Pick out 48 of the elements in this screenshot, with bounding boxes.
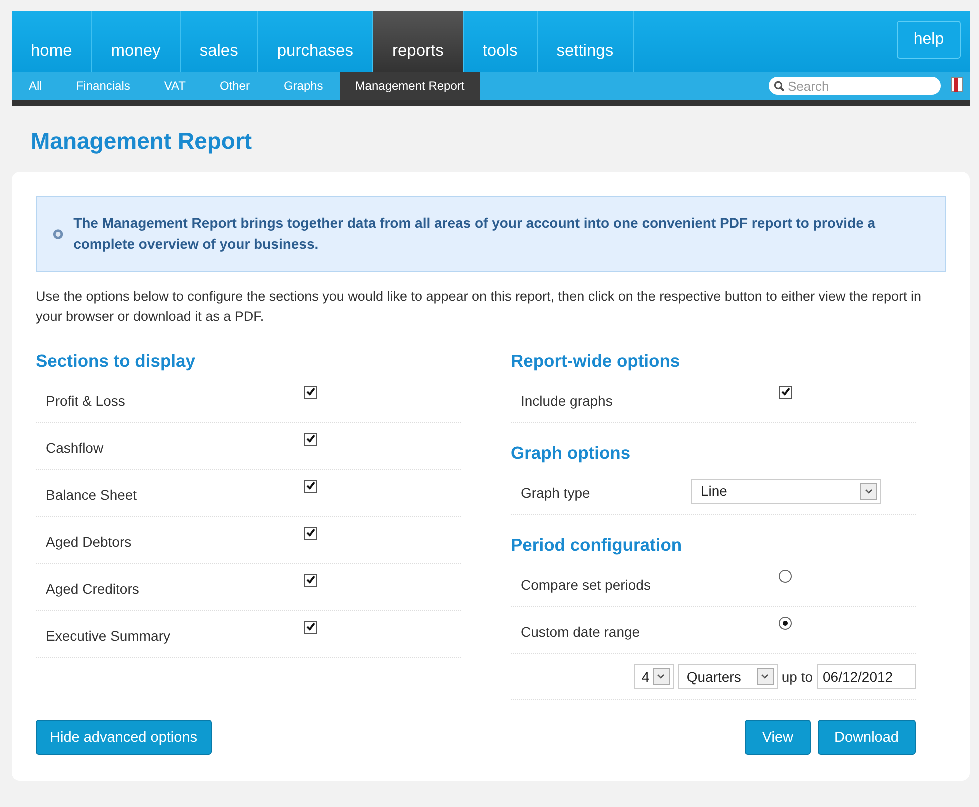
- hide-advanced-button[interactable]: Hide advanced options: [36, 720, 212, 755]
- subnav-tab[interactable]: Other: [202, 72, 267, 100]
- option-label: Aged Creditors: [46, 581, 140, 597]
- radio-button[interactable]: [779, 570, 792, 582]
- section-heading: Period configuration: [511, 535, 684, 556]
- checkbox[interactable]: [304, 432, 317, 446]
- subnav-tab[interactable]: All: [12, 72, 60, 100]
- radio-button[interactable]: [779, 616, 792, 630]
- section-heading: Report-wide options: [511, 351, 682, 372]
- checkbox[interactable]: [304, 386, 317, 398]
- date-field[interactable]: 06/12/2012: [817, 664, 916, 689]
- option-label: Balance Sheet: [46, 487, 138, 503]
- option-label: Aged Debtors: [46, 534, 133, 550]
- checkbox[interactable]: [304, 526, 317, 540]
- section-heading: Sections to display: [36, 351, 196, 372]
- option-label: Include graphs: [521, 393, 614, 409]
- info-text: The Management Report brings together data from all areas of your account into one convenient PDF report to provide a complete overview of your business.: [74, 214, 877, 254]
- intro-text: Use the options below to configure the sections you would like to appear on this report, then click on the respective button to either view the report in your browser or download it as a PDF.: [36, 288, 923, 326]
- section-heading: Graph options: [511, 443, 632, 464]
- search-field[interactable]: Search: [769, 77, 941, 95]
- caret-icon: [652, 668, 670, 685]
- book-icon[interactable]: [951, 77, 964, 93]
- checkbox[interactable]: [304, 480, 317, 492]
- option-label: Executive Summary: [46, 628, 172, 644]
- unit-select[interactable]: Quarters: [678, 664, 778, 689]
- checkbox[interactable]: [304, 620, 317, 634]
- range-separator: up to: [782, 668, 813, 684]
- view-button[interactable]: View: [745, 720, 810, 755]
- count-select[interactable]: 4: [634, 664, 674, 689]
- nav-tab[interactable]: reports: [373, 11, 464, 72]
- subnav-tab[interactable]: Management Report: [340, 72, 480, 100]
- caret-icon: [756, 668, 774, 685]
- option-label: Custom date range: [521, 624, 642, 640]
- subnav-tab[interactable]: Graphs: [266, 72, 340, 100]
- search-icon: [774, 81, 785, 92]
- subnav-tab[interactable]: Financials: [59, 72, 148, 100]
- checkbox[interactable]: [304, 574, 317, 586]
- option-label: Cashflow: [46, 440, 105, 456]
- download-button[interactable]: Download: [818, 720, 916, 755]
- page-title: Management Report: [31, 128, 254, 156]
- option-label: Compare set periods: [521, 577, 652, 593]
- help-button[interactable]: help: [897, 21, 961, 59]
- graph-type-select[interactable]: Line: [691, 478, 881, 504]
- option-label: Graph type: [521, 485, 592, 501]
- option-label: Profit & Loss: [46, 393, 126, 409]
- subnav-tab[interactable]: VAT: [147, 72, 203, 100]
- checkbox[interactable]: [779, 386, 792, 398]
- caret-icon: [860, 482, 877, 500]
